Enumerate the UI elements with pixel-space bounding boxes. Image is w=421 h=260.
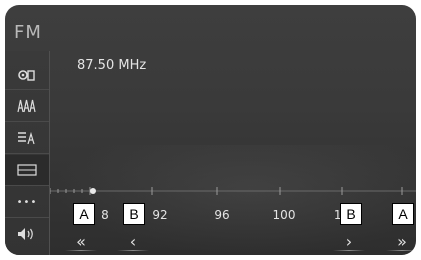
callout-a-right: A	[392, 203, 414, 225]
presets-icon	[17, 99, 36, 113]
tick-label: 92	[152, 208, 168, 222]
volume-button[interactable]	[5, 219, 49, 249]
divider	[65, 250, 97, 251]
tick-label: 100	[272, 208, 296, 222]
station-list-button[interactable]	[5, 123, 49, 154]
manual-tune-button[interactable]	[5, 155, 49, 186]
source-select-button[interactable]	[5, 59, 49, 90]
tick-label: 8	[101, 208, 109, 222]
manual-tune-icon	[17, 164, 37, 176]
divider	[386, 250, 416, 251]
source-select-icon	[18, 70, 35, 81]
seek-forward-button[interactable]: »	[382, 228, 416, 254]
presets-button[interactable]	[5, 91, 49, 122]
more-options-button[interactable]: •••	[5, 187, 49, 218]
sidebar: •••	[5, 51, 50, 255]
step-forward-button[interactable]: ›	[329, 228, 369, 254]
station-list-icon	[18, 131, 35, 145]
tuning-needle[interactable]	[90, 188, 96, 194]
chevron-left-icon: ‹	[129, 231, 137, 251]
radio-panel: FM 87.50 MHz ••• 8 92 96 100 A B B A « ‹…	[5, 5, 416, 255]
divider	[117, 250, 149, 251]
more-options-icon: •••	[16, 196, 38, 208]
double-chevron-right-icon: »	[397, 231, 407, 251]
frequency-scale	[50, 187, 416, 195]
frequency-display: 87.50 MHz	[77, 58, 147, 73]
divider	[333, 250, 365, 251]
volume-icon	[18, 228, 33, 240]
callout-b-right: B	[340, 203, 362, 225]
chevron-right-icon: ›	[345, 231, 353, 251]
step-back-button[interactable]: ‹	[113, 228, 153, 254]
callout-b-left: B	[123, 203, 145, 225]
double-chevron-left-icon: «	[76, 231, 86, 251]
source-title: FM	[14, 22, 42, 43]
tick-label: 96	[214, 208, 230, 222]
callout-a-left: A	[73, 203, 95, 225]
screen: FM 87.50 MHz ••• 8 92 96 100 A B B A « ‹…	[0, 0, 421, 260]
seek-back-button[interactable]: «	[61, 228, 101, 254]
